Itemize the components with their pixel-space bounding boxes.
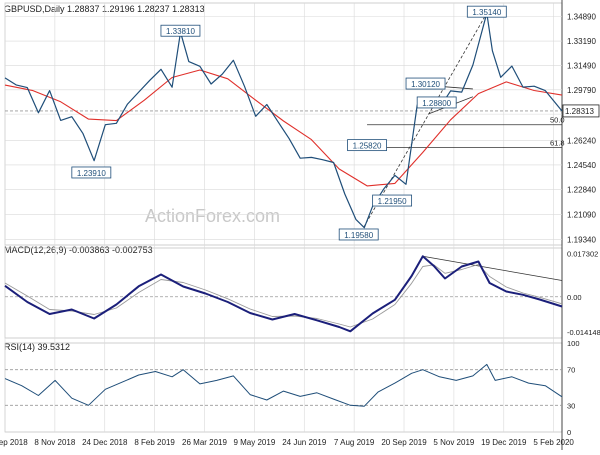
rsi-y-tick-label: 0 [567, 428, 571, 437]
y-tick-label: 1.19340 [567, 235, 596, 244]
x-tick-label: 8 Nov 2018 [34, 438, 75, 447]
rsi-title: RSI(14) 39.5312 [4, 342, 70, 352]
x-tick-label: 24 Jun 2019 [282, 438, 327, 447]
x-tick-label: 25 Sep 2018 [0, 438, 28, 447]
fib-level-label: 50.0 [550, 116, 565, 125]
x-tick-label: 5 Nov 2019 [433, 438, 474, 447]
current-price-label: 1.28313 [565, 107, 594, 116]
annotation-label: 1.33810 [166, 27, 195, 36]
annotation-label: 1.23910 [77, 169, 106, 178]
rsi-y-tick-label: 30 [567, 401, 575, 410]
x-tick-label: 9 May 2019 [233, 438, 275, 447]
y-tick-label: 1.29790 [567, 86, 596, 95]
x-tick-label: 7 Aug 2019 [334, 438, 375, 447]
y-tick-label: 1.26240 [567, 137, 596, 146]
x-tick-label: 24 Dec 2018 [82, 438, 128, 447]
price-title: GBPUSD,Daily 1.28837 1.29196 1.28237 1.2… [4, 4, 205, 14]
annotation-label: 1.35140 [472, 8, 501, 17]
y-tick-label: 1.31490 [567, 61, 596, 70]
rsi-y-tick-label: 100 [567, 339, 580, 348]
annotation-label: 1.28800 [422, 99, 451, 108]
y-tick-label: 1.21090 [567, 210, 596, 219]
annotation-label: 1.25820 [353, 142, 382, 151]
x-tick-label: 20 Sep 2019 [381, 438, 427, 447]
rsi-y-tick-label: 70 [567, 366, 575, 375]
x-tick-label: 26 Mar 2019 [182, 438, 227, 447]
x-tick-label: 19 Dec 2019 [481, 438, 527, 447]
x-tick-label: 8 Feb 2019 [134, 438, 175, 447]
macd-y-tick-label: -0.014148 [567, 328, 600, 337]
annotation-label: 1.19580 [344, 231, 373, 240]
y-tick-label: 1.34890 [567, 13, 596, 22]
chart-root: GBPUSD,Daily 1.28837 1.29196 1.28237 1.2… [0, 0, 600, 450]
y-tick-label: 1.24540 [567, 161, 596, 170]
chart-svg: GBPUSD,Daily 1.28837 1.29196 1.28237 1.2… [0, 0, 600, 450]
watermark: ActionForex.com [145, 206, 280, 226]
macd-y-tick-label: 0.00 [567, 293, 582, 302]
macd-y-tick-label: 0.017302 [567, 249, 598, 258]
annotation-label: 1.21950 [378, 197, 407, 206]
y-tick-label: 1.33190 [567, 37, 596, 46]
x-tick-label: 5 Feb 2020 [533, 438, 574, 447]
macd-title: MACD(12,26,9) -0.003863 -0.002753 [4, 245, 153, 255]
annotation-label: 1.30120 [411, 80, 440, 89]
y-tick-label: 1.22840 [567, 185, 596, 194]
fib-level-label: 61.8 [550, 138, 565, 147]
